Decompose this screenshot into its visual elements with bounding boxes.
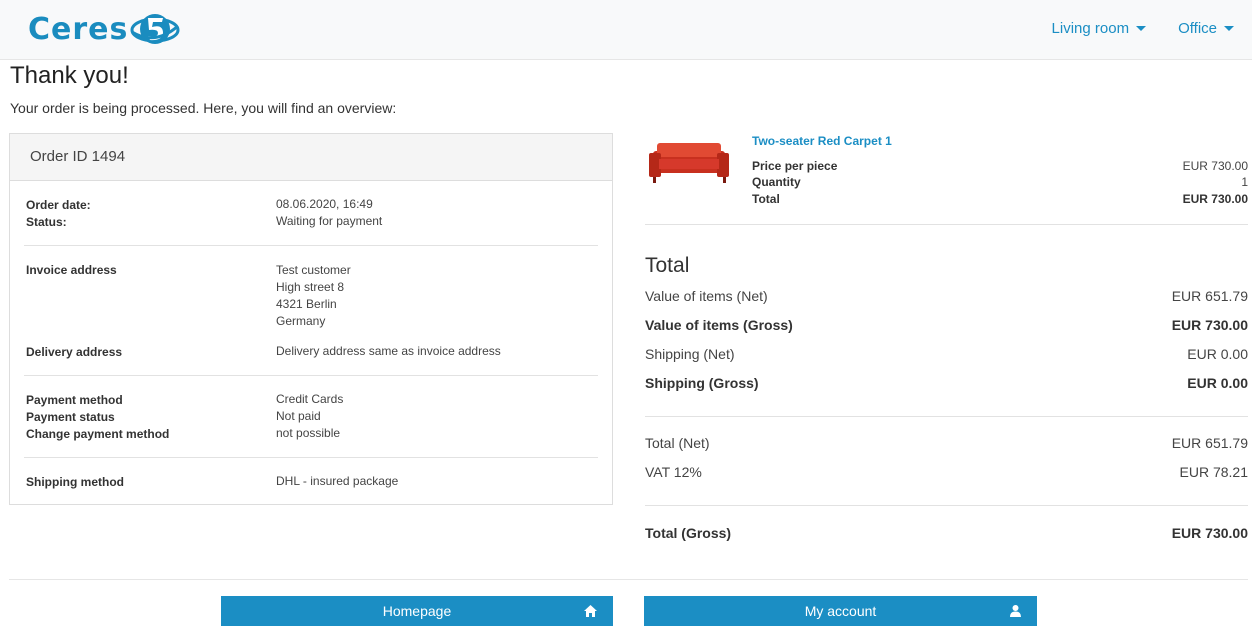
divider: [24, 457, 598, 458]
total-net-value: EUR 651.79: [1171, 435, 1248, 451]
my-account-button-label: My account: [804, 603, 877, 619]
invoice-address-label: Invoice address: [26, 263, 117, 277]
total-gross-value: EUR 730.00: [1171, 525, 1248, 541]
price-per-piece-row: Price per piece EUR 730.00: [752, 159, 1248, 173]
nav-item-office[interactable]: Office: [1178, 20, 1234, 37]
divider: [645, 224, 1248, 225]
shipping-gross-row: Shipping (Gross) EUR 0.00: [645, 375, 1248, 391]
items-net-value: EUR 651.79: [1171, 288, 1248, 304]
divider: [24, 245, 598, 246]
category-nav: Living room Office: [1052, 20, 1234, 37]
caret-down-icon: [1224, 26, 1234, 31]
page-title: Thank you!: [10, 62, 129, 89]
items-net-row: Value of items (Net) EUR 651.79: [645, 288, 1248, 304]
order-id-header: Order ID 1494: [10, 134, 612, 181]
vat-label: VAT 12%: [645, 464, 702, 480]
product-total-row: Total EUR 730.00: [752, 192, 1248, 206]
vat-row: VAT 12% EUR 78.21: [645, 464, 1248, 480]
shipping-method-value: DHL - insured package: [276, 474, 399, 488]
status-label: Status:: [26, 215, 67, 229]
change-payment-value: not possible: [276, 426, 341, 440]
change-payment-label: Change payment method: [26, 427, 170, 441]
shipping-gross-label: Shipping (Gross): [645, 375, 759, 391]
invoice-address-value: Test customer High street 8 4321 Berlin …: [276, 262, 351, 330]
invoice-street: High street 8: [276, 280, 345, 294]
divider: [645, 416, 1248, 417]
logo-wordmark: Ceres: [28, 11, 129, 47]
shipping-net-row: Shipping (Net) EUR 0.00: [645, 346, 1248, 362]
product-total-label: Total: [752, 192, 780, 206]
quantity-label: Quantity: [752, 175, 801, 189]
product-image[interactable]: [645, 133, 734, 191]
nav-label: Office: [1178, 20, 1217, 37]
my-account-button[interactable]: My account: [644, 596, 1037, 626]
shipping-gross-value: EUR 0.00: [1187, 375, 1248, 391]
invoice-name: Test customer: [276, 263, 351, 277]
logo-5-emblem: [130, 14, 180, 44]
home-icon: [584, 605, 597, 617]
payment-status-value: Not paid: [276, 409, 321, 423]
caret-down-icon: [1136, 26, 1147, 31]
price-per-piece-label: Price per piece: [752, 159, 838, 173]
invoice-city: 4321 Berlin: [276, 297, 337, 311]
vat-value: EUR 78.21: [1179, 464, 1248, 480]
invoice-country: Germany: [276, 314, 326, 328]
quantity-value: 1: [1241, 175, 1248, 189]
homepage-button[interactable]: Homepage: [221, 596, 613, 626]
shipping-method-label: Shipping method: [26, 475, 124, 489]
items-gross-label: Value of items (Gross): [645, 317, 793, 333]
status-value: Waiting for payment: [276, 214, 383, 228]
order-date-value: 08.06.2020, 16:49: [276, 197, 373, 211]
top-navigation-bar: Ceres Living room Office: [0, 0, 1252, 60]
payment-status-label: Payment status: [26, 410, 115, 424]
divider: [24, 375, 598, 376]
total-net-label: Total (Net): [645, 435, 710, 451]
delivery-address-value: Delivery address same as invoice address: [276, 344, 501, 358]
total-gross-row: Total (Gross) EUR 730.00: [645, 525, 1248, 541]
homepage-button-label: Homepage: [382, 603, 452, 619]
delivery-address-label: Delivery address: [26, 345, 123, 359]
page-subtitle: Your order is being processed. Here, you…: [10, 100, 397, 116]
items-net-label: Value of items (Net): [645, 288, 768, 304]
shipping-net-label: Shipping (Net): [645, 346, 735, 362]
user-icon: [1010, 605, 1021, 617]
divider: [645, 505, 1248, 506]
nav-item-living-room[interactable]: Living room: [1052, 20, 1147, 37]
payment-method-value: Credit Cards: [276, 392, 344, 406]
totals-heading: Total: [645, 254, 690, 277]
ceres-logo[interactable]: Ceres: [28, 10, 180, 48]
divider: [9, 579, 1248, 580]
shipping-net-value: EUR 0.00: [1187, 346, 1248, 362]
nav-label: Living room: [1051, 20, 1130, 37]
order-date-label: Order date:: [26, 198, 91, 212]
payment-method-label: Payment method: [26, 393, 123, 407]
total-net-row: Total (Net) EUR 651.79: [645, 435, 1248, 451]
total-gross-label: Total (Gross): [645, 525, 732, 541]
items-gross-value: EUR 730.00: [1171, 317, 1248, 333]
items-gross-row: Value of items (Gross) EUR 730.00: [645, 317, 1248, 333]
quantity-row: Quantity 1: [752, 175, 1248, 189]
product-name-link[interactable]: Two-seater Red Carpet 1: [752, 134, 892, 148]
order-details-card: Order ID 1494 Order date: 08.06.2020, 16…: [9, 133, 613, 505]
product-total-value: EUR 730.00: [1182, 192, 1248, 206]
price-per-piece-value: EUR 730.00: [1182, 159, 1248, 173]
